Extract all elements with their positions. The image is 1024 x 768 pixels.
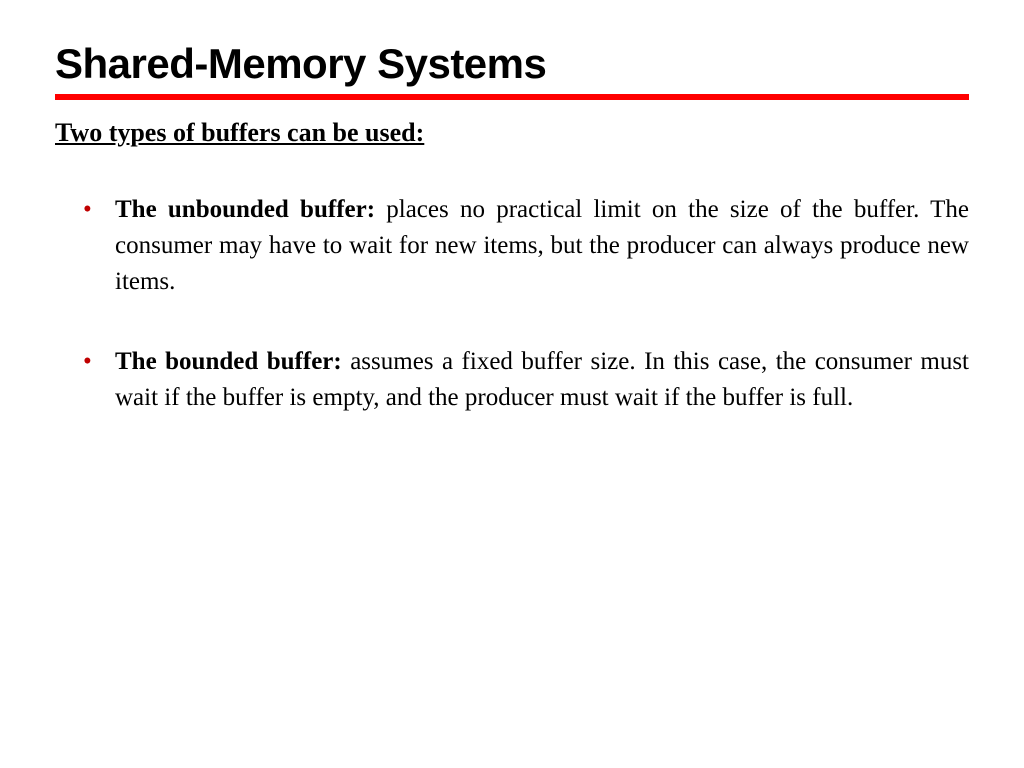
bullet-list: The unbounded buffer: places no practica… [55, 192, 969, 416]
bullet-lead: The bounded buffer: [115, 348, 350, 375]
slide-subtitle: Two types of buffers can be used: [55, 118, 969, 148]
list-item: The bounded buffer: assumes a fixed buff… [83, 344, 969, 416]
slide-title: Shared-Memory Systems [55, 40, 969, 100]
bullet-lead: The unbounded buffer: [115, 196, 386, 223]
list-item: The unbounded buffer: places no practica… [83, 192, 969, 300]
